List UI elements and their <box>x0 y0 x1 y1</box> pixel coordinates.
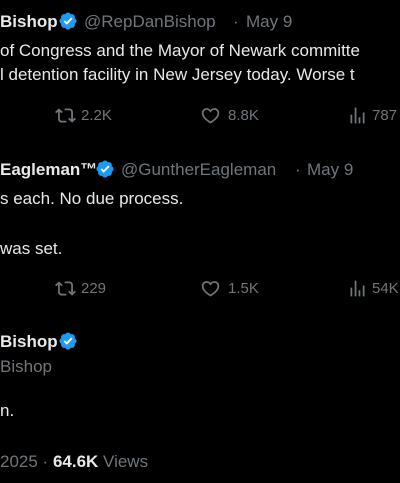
like-icon[interactable] <box>200 278 221 299</box>
tweet-date[interactable]: May 9 <box>246 12 292 32</box>
author-name[interactable]: Eagleman™ <box>0 160 97 180</box>
tweet-text-line: was set. <box>0 239 63 258</box>
views-count: 64.6K <box>52 452 99 471</box>
tweet-date-fragment[interactable]: 2025 · <box>0 452 48 471</box>
views-count: 787 <box>372 107 398 124</box>
author-handle[interactable]: Bishop <box>0 357 52 377</box>
author-name[interactable]: Bishop <box>0 12 58 32</box>
author-handle[interactable]: @RepDanBishop <box>84 12 216 32</box>
tweet-date[interactable]: May 9 <box>307 160 353 180</box>
tweet-text-line: of Congress and the Mayor of Newark comm… <box>0 41 360 60</box>
retweet-icon[interactable] <box>55 105 76 126</box>
separator-dot: · <box>295 160 301 179</box>
tweet-timestamp-views: 2025 · 64.6K Views <box>0 452 148 472</box>
retweet-count: 2.2K <box>81 107 112 124</box>
separator-dot: · <box>233 12 239 31</box>
tweet-text-line: l detention facility in New Jersey today… <box>0 65 355 84</box>
verified-badge-icon <box>58 11 78 31</box>
tweet-text-line: s each. No due process. <box>0 189 184 208</box>
verified-badge-icon <box>95 159 115 179</box>
views-icon[interactable] <box>347 105 368 126</box>
author-name[interactable]: Bishop <box>0 332 58 352</box>
like-count: 8.8K <box>228 107 259 124</box>
retweet-count: 229 <box>81 280 107 297</box>
views-count: 54K <box>372 280 399 297</box>
like-icon[interactable] <box>200 105 221 126</box>
views-icon[interactable] <box>347 278 368 299</box>
author-handle[interactable]: @GuntherEagleman <box>121 160 276 180</box>
views-label: Views <box>103 452 149 471</box>
like-count: 1.5K <box>228 280 259 297</box>
retweet-icon[interactable] <box>55 278 76 299</box>
tweet-text-line: n. <box>0 401 15 420</box>
verified-badge-icon <box>58 331 78 351</box>
